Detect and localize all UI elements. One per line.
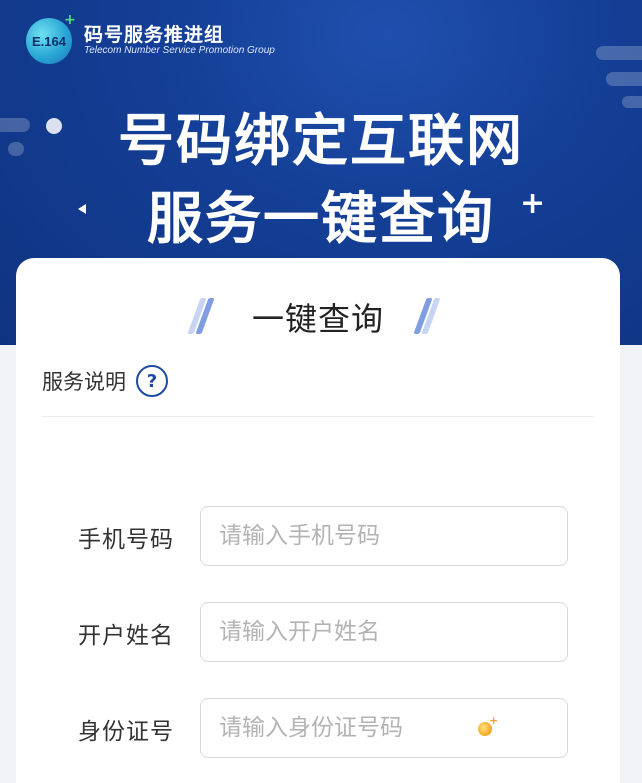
name-label: 开户姓名 bbox=[78, 623, 174, 649]
decor-bar bbox=[606, 72, 642, 86]
plus-decor-icon: + bbox=[520, 186, 546, 221]
logo-plus-icon: + bbox=[64, 12, 76, 28]
phone-label: 手机号码 bbox=[78, 527, 174, 553]
name-field-row: 开户姓名 bbox=[16, 602, 620, 662]
org-name: 码号服务推进组 bbox=[84, 24, 225, 46]
id-number-input[interactable] bbox=[200, 698, 568, 758]
id-number-label: 身份证号 bbox=[78, 719, 174, 745]
query-card: 一键查询 服务说明 ? 手机号码 开户姓名 身份证号 bbox=[16, 258, 620, 783]
name-input[interactable] bbox=[200, 602, 568, 662]
service-description-row[interactable]: 服务说明 ? bbox=[42, 364, 168, 398]
sparkle-plus-icon: + bbox=[489, 714, 499, 727]
org-subtitle: Telecom Number Service Promotion Group bbox=[84, 45, 275, 56]
divider bbox=[42, 416, 594, 417]
phone-field-row: 手机号码 bbox=[16, 506, 620, 566]
card-title: 一键查询 bbox=[251, 300, 384, 338]
question-circle-icon[interactable]: ? bbox=[136, 365, 168, 397]
phone-input[interactable] bbox=[200, 506, 568, 566]
card-title-row: 一键查询 bbox=[16, 294, 620, 338]
decor-bar bbox=[596, 46, 642, 60]
banner-headline-line2: 服务一键查询 bbox=[147, 187, 495, 252]
service-description-label: 服务说明 bbox=[42, 370, 126, 394]
banner-headline-line1: 号码绑定互联网 bbox=[118, 109, 524, 174]
id-number-field-row: 身份证号 bbox=[16, 698, 620, 758]
